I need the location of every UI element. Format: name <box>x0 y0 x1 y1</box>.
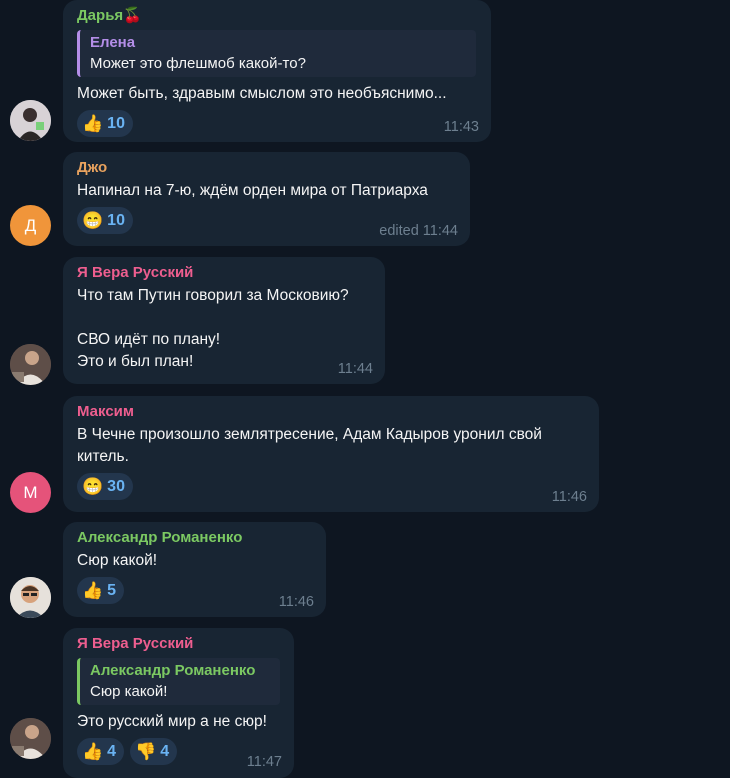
reactions: 😁 30 <box>77 473 585 500</box>
reply-sender: Елена <box>90 34 136 51</box>
reaction-thumbs-up[interactable]: 👍 4 <box>77 738 125 765</box>
message-text: Может быть, здравым смыслом это необъясн… <box>77 85 447 102</box>
thumbs-up-icon: 👍 <box>82 114 104 133</box>
message-time: 11:46 <box>551 489 587 505</box>
reaction-thumbs-up[interactable]: 👍 5 <box>77 577 125 604</box>
reaction-count: 4 <box>107 742 117 760</box>
message-bubble[interactable]: Максим В Чечне произошло землятресение, … <box>63 396 599 512</box>
avatar-letter: Д <box>24 215 37 235</box>
thumbs-down-icon: 👎 <box>135 742 157 761</box>
message-text: Это русский мир а не сюр! <box>77 713 267 730</box>
grin-icon: 😁 <box>82 477 104 496</box>
reactions: 👍 5 <box>77 577 312 604</box>
avatar-photo-icon <box>10 344 51 385</box>
avatar-photo-icon <box>10 100 51 141</box>
reply-text: Может это флешмоб какой-то? <box>90 55 306 72</box>
sender-name[interactable]: Дарья🍒 <box>77 6 477 28</box>
sender-name[interactable]: Я Вера Русский <box>77 263 371 285</box>
reply-quote[interactable]: Елена Может это флешмоб какой-то? <box>77 30 476 77</box>
avatar-letter: М <box>23 482 38 502</box>
reply-text: Сюр какой! <box>90 683 168 700</box>
message-time: 11:47 <box>246 754 282 770</box>
reaction-grin[interactable]: 😁 10 <box>77 207 133 234</box>
grin-icon: 😁 <box>82 211 104 230</box>
reply-quote[interactable]: Александр Романенко Сюр какой! <box>77 658 280 705</box>
reaction-count: 10 <box>107 114 125 132</box>
thumbs-up-icon: 👍 <box>82 742 104 761</box>
reaction-count: 4 <box>160 742 170 760</box>
sender-name[interactable]: Александр Романенко <box>77 528 312 550</box>
avatar-photo-icon <box>10 718 51 759</box>
message-bubble[interactable]: Дарья🍒 Елена Может это флешмоб какой-то?… <box>63 0 491 142</box>
message-time: edited 11:44 <box>379 223 458 239</box>
reaction-count: 10 <box>107 211 125 229</box>
message-bubble[interactable]: Я Вера Русский Александр Романенко Сюр к… <box>63 628 294 778</box>
message-text: В Чечне произошло землятресение, Адам Ка… <box>77 426 542 465</box>
reaction-thumbs-up[interactable]: 👍 10 <box>77 110 133 137</box>
thumbs-up-icon: 👍 <box>82 581 104 600</box>
message-time: 11:46 <box>278 594 314 610</box>
reaction-thumbs-down[interactable]: 👎 4 <box>130 738 178 765</box>
avatar-djo[interactable]: Д <box>10 205 51 246</box>
reactions: 👍 10 <box>77 110 477 137</box>
reaction-count: 30 <box>107 477 125 495</box>
message-text: Что там Путин говорил за Московию? СВО и… <box>77 287 349 370</box>
avatar-aleksandr[interactable] <box>10 577 51 618</box>
avatar-vera[interactable] <box>10 718 51 759</box>
message-bubble[interactable]: Джо Напинал на 7-ю, ждём орден мира от П… <box>63 152 470 246</box>
sender-name[interactable]: Максим <box>77 402 585 424</box>
avatar-darya[interactable] <box>10 100 51 141</box>
message-time: 11:43 <box>443 119 479 135</box>
message-time: 11:44 <box>337 361 373 377</box>
reply-sender: Александр Романенко <box>90 662 256 679</box>
avatar-photo-icon <box>10 577 51 618</box>
message-bubble[interactable]: Александр Романенко Сюр какой! 👍 5 11:46 <box>63 522 326 617</box>
sender-name[interactable]: Я Вера Русский <box>77 634 280 656</box>
message-text: Сюр какой! <box>77 552 158 569</box>
reaction-count: 5 <box>107 581 117 599</box>
message-text: Напинал на 7-ю, ждём орден мира от Патри… <box>77 182 428 199</box>
reaction-grin[interactable]: 😁 30 <box>77 473 133 500</box>
avatar-vera[interactable] <box>10 344 51 385</box>
sender-name[interactable]: Джо <box>77 158 456 180</box>
avatar-maksim[interactable]: М <box>10 472 51 513</box>
message-bubble[interactable]: Я Вера Русский Что там Путин говорил за … <box>63 257 385 384</box>
